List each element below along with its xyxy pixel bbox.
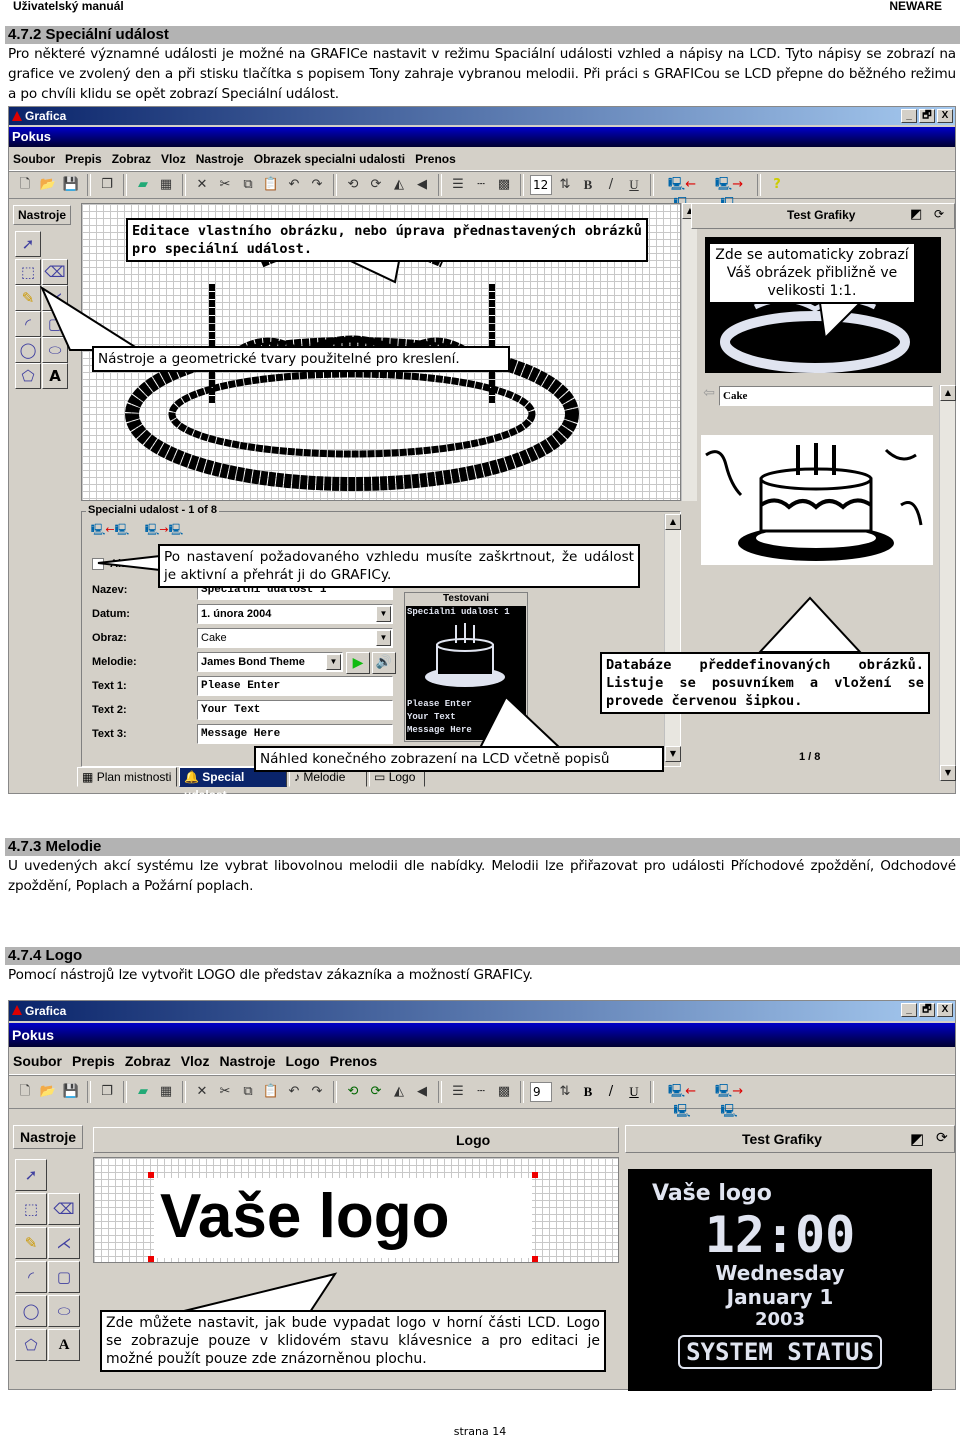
tail-logo — [179, 1272, 338, 1313]
callout-database: Databáze předdefinovaných obrázků. Listu… — [600, 652, 930, 714]
callout-edit-image: Editace vlastního obrázku, nebo úprava p… — [126, 218, 648, 262]
callout-logo: Zde můžete nastavit, jak bude vypadat lo… — [100, 1310, 606, 1372]
callout-tools: Nástroje a geometrické tvary použitelné … — [92, 346, 510, 372]
callout-auto-preview: Zde se automaticky zobrazí Váš obrázek p… — [708, 242, 916, 304]
callout-tails-2 — [179, 1272, 338, 1313]
callout-active: Po nastavení požadovaného vzhledu musíte… — [158, 544, 640, 588]
callout-lcd-preview: Náhled konečného zobrazení na LCD včetně… — [254, 746, 664, 772]
